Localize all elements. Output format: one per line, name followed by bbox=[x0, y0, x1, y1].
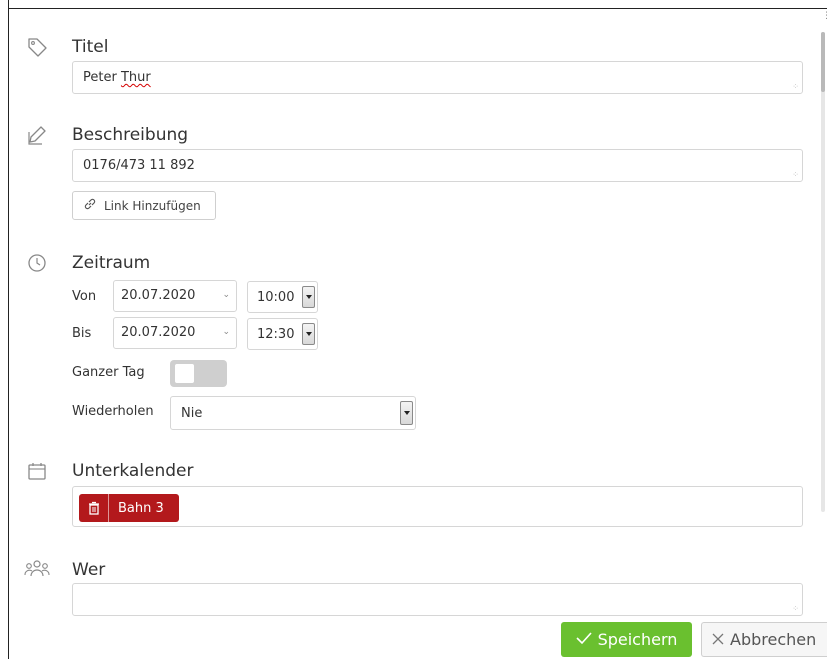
subcalendar-tag[interactable]: Bahn 3 bbox=[79, 494, 179, 522]
repeat-value: Nie bbox=[181, 406, 203, 421]
scrollbar-arrow-icon[interactable]: ⋮ bbox=[822, 12, 827, 21]
clock-icon bbox=[24, 250, 50, 276]
description-value: 0176/473 11 892 bbox=[83, 158, 195, 173]
cancel-button[interactable]: Abbrechen bbox=[701, 622, 827, 657]
subcalendar-input[interactable]: Bahn 3 bbox=[72, 486, 803, 527]
add-link-label: Link Hinzufügen bbox=[104, 198, 201, 213]
scrollbar-thumb[interactable] bbox=[821, 32, 825, 92]
title-input[interactable]: Peter Thur ⁘ bbox=[72, 61, 803, 94]
subcalendar-tag-label: Bahn 3 bbox=[118, 500, 164, 516]
title-label: Titel bbox=[72, 37, 109, 57]
to-label: Bis bbox=[72, 326, 92, 341]
title-value-misspelled: Thur bbox=[120, 70, 151, 85]
window-border-top bbox=[8, 8, 827, 9]
resize-grip-icon[interactable]: ⁘ bbox=[792, 605, 799, 613]
repeat-select[interactable]: Nie bbox=[170, 396, 416, 430]
all-day-label: Ganzer Tag bbox=[72, 365, 145, 380]
scrollbar[interactable]: ⋮ bbox=[819, 12, 827, 612]
to-time-value: 12:30 bbox=[257, 327, 295, 342]
tag-icon bbox=[24, 34, 50, 60]
description-label: Beschreibung bbox=[72, 125, 189, 145]
chevron-down-icon: ⌄ bbox=[222, 290, 230, 300]
cancel-label: Abbrechen bbox=[730, 630, 817, 649]
resize-grip-icon[interactable]: ⁘ bbox=[792, 83, 799, 91]
calendar-icon bbox=[24, 458, 50, 484]
from-date-value: 20.07.2020 bbox=[121, 288, 196, 303]
link-icon bbox=[83, 197, 97, 214]
people-icon bbox=[24, 556, 50, 582]
dropdown-arrow-icon[interactable] bbox=[302, 286, 315, 308]
chevron-down-icon: ⌄ bbox=[222, 327, 230, 337]
add-link-button[interactable]: Link Hinzufügen bbox=[72, 191, 216, 220]
repeat-label: Wiederholen bbox=[72, 404, 154, 419]
dropdown-arrow-icon[interactable] bbox=[400, 401, 413, 425]
all-day-toggle[interactable] bbox=[170, 360, 227, 387]
subcalendar-label: Unterkalender bbox=[72, 461, 194, 481]
close-icon bbox=[712, 630, 724, 649]
scrollbar-track[interactable] bbox=[821, 32, 825, 512]
dropdown-arrow-icon[interactable] bbox=[302, 323, 315, 345]
from-time-value: 10:00 bbox=[257, 290, 295, 305]
to-date-input[interactable]: 20.07.2020 ⌄ bbox=[113, 317, 237, 349]
save-button[interactable]: Speichern bbox=[561, 622, 692, 657]
from-time-select[interactable]: 10:00 bbox=[247, 281, 318, 313]
who-input[interactable]: ⁘ bbox=[72, 583, 803, 616]
trash-icon[interactable] bbox=[79, 494, 109, 522]
who-label: Wer bbox=[72, 560, 106, 580]
period-label: Zeitraum bbox=[72, 253, 151, 273]
resize-grip-icon[interactable]: ⁘ bbox=[792, 171, 799, 179]
title-value-first: Peter bbox=[83, 70, 121, 85]
to-date-value: 20.07.2020 bbox=[121, 325, 196, 340]
save-label: Speichern bbox=[597, 630, 678, 649]
window-border-left bbox=[8, 0, 9, 659]
from-date-input[interactable]: 20.07.2020 ⌄ bbox=[113, 280, 237, 312]
from-label: Von bbox=[72, 289, 97, 304]
to-time-select[interactable]: 12:30 bbox=[247, 318, 318, 350]
check-icon bbox=[576, 630, 592, 649]
description-input[interactable]: 0176/473 11 892 ⁘ bbox=[72, 149, 803, 182]
toggle-knob bbox=[175, 364, 194, 383]
edit-icon bbox=[24, 122, 50, 148]
